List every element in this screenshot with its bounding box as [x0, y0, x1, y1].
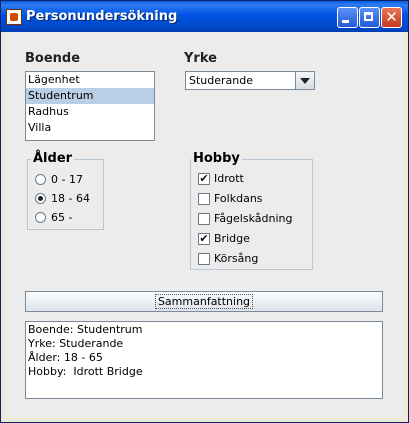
radio-icon[interactable]: [35, 174, 46, 185]
checkbox-icon[interactable]: [198, 253, 210, 265]
checkbox-icon[interactable]: [198, 193, 210, 205]
option-label: Fågelskådning: [214, 212, 293, 225]
minimize-button[interactable]: [337, 7, 358, 28]
option-label: 18 - 64: [51, 192, 90, 205]
close-icon: ✕: [385, 8, 398, 26]
title-bar[interactable]: Personundersökning ✕: [1, 1, 408, 32]
list-item[interactable]: Villa: [26, 120, 154, 136]
checkbox-icon[interactable]: [198, 213, 210, 225]
chevron-down-icon[interactable]: [295, 72, 314, 89]
list-item[interactable]: Studentrum: [26, 88, 154, 104]
option-label: 65 -: [51, 211, 73, 224]
option-label: Bridge: [214, 232, 250, 245]
checkbox-checked-icon[interactable]: ✔: [198, 173, 210, 185]
option-label: Körsång: [214, 252, 259, 265]
summary-line: Boende: Studentrum: [28, 323, 143, 336]
summary-line: Hobby: Idrott Bridge: [28, 365, 143, 378]
radio-selected-icon[interactable]: [35, 193, 46, 204]
boende-label: Boende: [25, 51, 81, 66]
minimize-icon: [342, 20, 349, 23]
summary-button-label: Sammanfattning: [154, 294, 254, 309]
java-app-icon: [6, 9, 22, 25]
option-label: Idrott: [214, 172, 244, 185]
option-label: Folkdans: [214, 192, 263, 205]
checkbox-checked-icon[interactable]: ✔: [198, 233, 210, 245]
window-title: Personundersökning: [26, 9, 178, 24]
boende-list[interactable]: Lägenhet Studentrum Radhus Villa: [25, 71, 155, 141]
radio-icon[interactable]: [35, 212, 46, 223]
list-item[interactable]: Radhus: [26, 104, 154, 120]
maximize-icon: [364, 12, 373, 21]
yrke-label: Yrke: [184, 51, 217, 66]
yrke-selected-value: Studerande: [189, 74, 254, 87]
summary-line: Ålder: 18 - 65: [28, 351, 103, 364]
close-button[interactable]: ✕: [381, 7, 402, 28]
alder-title: Ålder: [31, 151, 75, 166]
option-label: 0 - 17: [51, 173, 83, 186]
alder-group: Ålder 0 - 17 18 - 64 65 -: [27, 151, 104, 230]
summary-line: Yrke: Studerande: [28, 337, 124, 350]
content-pane: Boende Lägenhet Studentrum Radhus Villa …: [5, 32, 404, 418]
list-item[interactable]: Lägenhet: [26, 72, 154, 88]
hobby-group: Hobby ✔ Idrott Folkdans Fågelskådning ✔ …: [190, 151, 313, 270]
maximize-button[interactable]: [359, 7, 380, 28]
hobby-title: Hobby: [191, 151, 242, 166]
app-window: Personundersökning ✕ Boende Lägenhet Stu…: [0, 0, 409, 423]
summary-textarea[interactable]: Boende: Studentrum Yrke: Studerande Ålde…: [25, 321, 383, 399]
summary-button[interactable]: Sammanfattning: [25, 291, 383, 312]
yrke-dropdown[interactable]: Studerande: [185, 71, 315, 90]
